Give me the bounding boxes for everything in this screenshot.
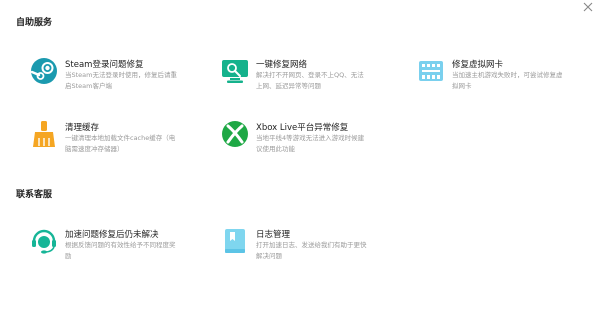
section-title-contact: 联系客服 (16, 190, 53, 200)
item-description: 当加速主机游戏失败时，可尝试修复虚 拟网卡 (452, 71, 563, 90)
item-description: 解决打不开网页、登录不上QQ、无法 上网、延迟异常等问题 (256, 71, 364, 90)
item-description: 根据反馈问题的有效性给予不同程度奖 励 (65, 241, 176, 260)
item-description: 当地平线4等游戏无法进入游戏时候建 议使用此功能 (256, 134, 365, 153)
xbox-icon (222, 121, 248, 147)
log-file-icon (225, 229, 245, 253)
close-icon (583, 2, 593, 12)
broom-icon (33, 121, 55, 147)
item-description: 一键清理本地加载文件cache缓存（电 脑需速度冲存储器） (65, 134, 176, 153)
section-title-self-service: 自助服务 (16, 18, 53, 28)
network-repair-icon (222, 60, 248, 83)
item-title: 加速问题修复后仍未解决 (65, 230, 159, 240)
item-title: 修复虚拟网卡 (452, 60, 504, 70)
virtual-nic-icon (419, 61, 443, 81)
item-title: 日志管理 (256, 230, 291, 240)
item-title: Steam登录问题修复 (65, 60, 144, 70)
item-title: 一键修复网络 (256, 60, 308, 70)
item-title: Xbox Live平台异常修复 (256, 123, 349, 133)
item-description: 当Steam无法登录时使用，修复后请重 启Steam客户端 (65, 71, 177, 90)
item-description: 打开加速日志、发送给我们有助于更快 解决问题 (256, 241, 367, 260)
self-help-panel: 自助服务 Steam登录问题修复 当Steam无法登录时使用，修复后请重 启St… (0, 0, 600, 326)
close-button[interactable] (580, 0, 596, 16)
support-agent-icon (32, 229, 56, 254)
steam-icon (30, 58, 57, 84)
item-title: 清理缓存 (65, 123, 100, 133)
